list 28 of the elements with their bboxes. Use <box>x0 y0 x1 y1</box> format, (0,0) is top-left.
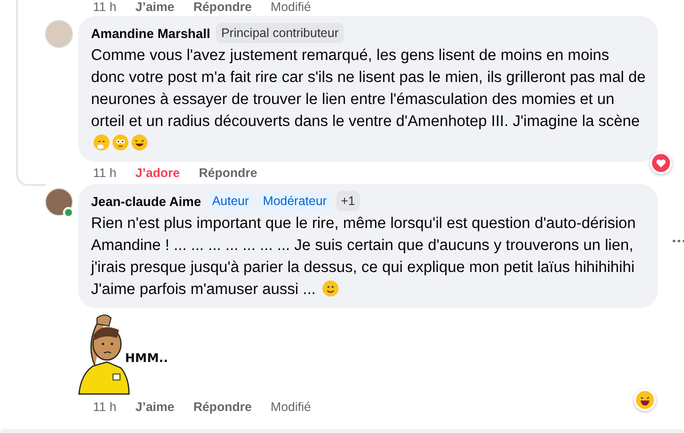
like-link[interactable]: J’adore <box>135 166 180 180</box>
more-options-icon[interactable] <box>672 239 684 243</box>
comment-text: Rien n'est plus important que le rire, même lorsqu'il est question d'auto-dérision Amandine ! ... ... ... ... ... ... ... Je suis certain que d'aucuns y trouverons un lien, j'irais presque jusqu'à parier la dessus, ce qui explique mon petit laïus hihihihihi J'aime parfois m'amuser aussi ... <box>91 214 637 300</box>
author-badge[interactable]: +1 <box>336 191 360 211</box>
edited-label: Modifié <box>270 0 311 14</box>
timestamp[interactable]: 11 h <box>93 400 116 414</box>
author-name[interactable]: Amandine Marshall <box>91 26 210 40</box>
emoji-icon <box>131 134 148 151</box>
reply-link[interactable]: Répondre <box>193 400 252 414</box>
emoji-icon <box>112 134 129 151</box>
author-badge[interactable]: Auteur <box>207 191 254 211</box>
author-badge[interactable]: Modérateur <box>258 191 332 211</box>
reaction-badge[interactable] <box>650 152 672 174</box>
timestamp[interactable]: 11 h <box>93 0 116 14</box>
reply-link[interactable]: Répondre <box>193 0 252 14</box>
reaction-badge[interactable] <box>634 389 656 411</box>
author-badge[interactable]: Principal contributeur <box>216 23 344 43</box>
like-link[interactable]: J’aime <box>135 400 174 414</box>
reply-link[interactable]: Répondre <box>198 166 258 180</box>
referee-sticker-drawing: HMM.. <box>75 310 175 396</box>
avatar[interactable] <box>45 188 73 216</box>
timestamp[interactable]: 11 h <box>93 166 116 180</box>
edited-label: Modifié <box>270 400 311 414</box>
author-name[interactable]: Jean-claude Aime <box>91 194 202 208</box>
like-link[interactable]: J’aime <box>135 0 174 14</box>
emoji-icon <box>93 134 110 151</box>
emoji-icon <box>322 280 340 297</box>
comment-text: Comme vous l'avez justement remarqué, les gens lisent de moins en moins donc votre post m'a fait rire car s'ils ne lisent pas le mien, ils grilleront pas mal de neurones à essayer de trouver le lien entre l'émasculation des momies et un orteil et un radius découverts dans le ventre d'Amenhotep III. J'imagine la scène <box>91 45 646 155</box>
